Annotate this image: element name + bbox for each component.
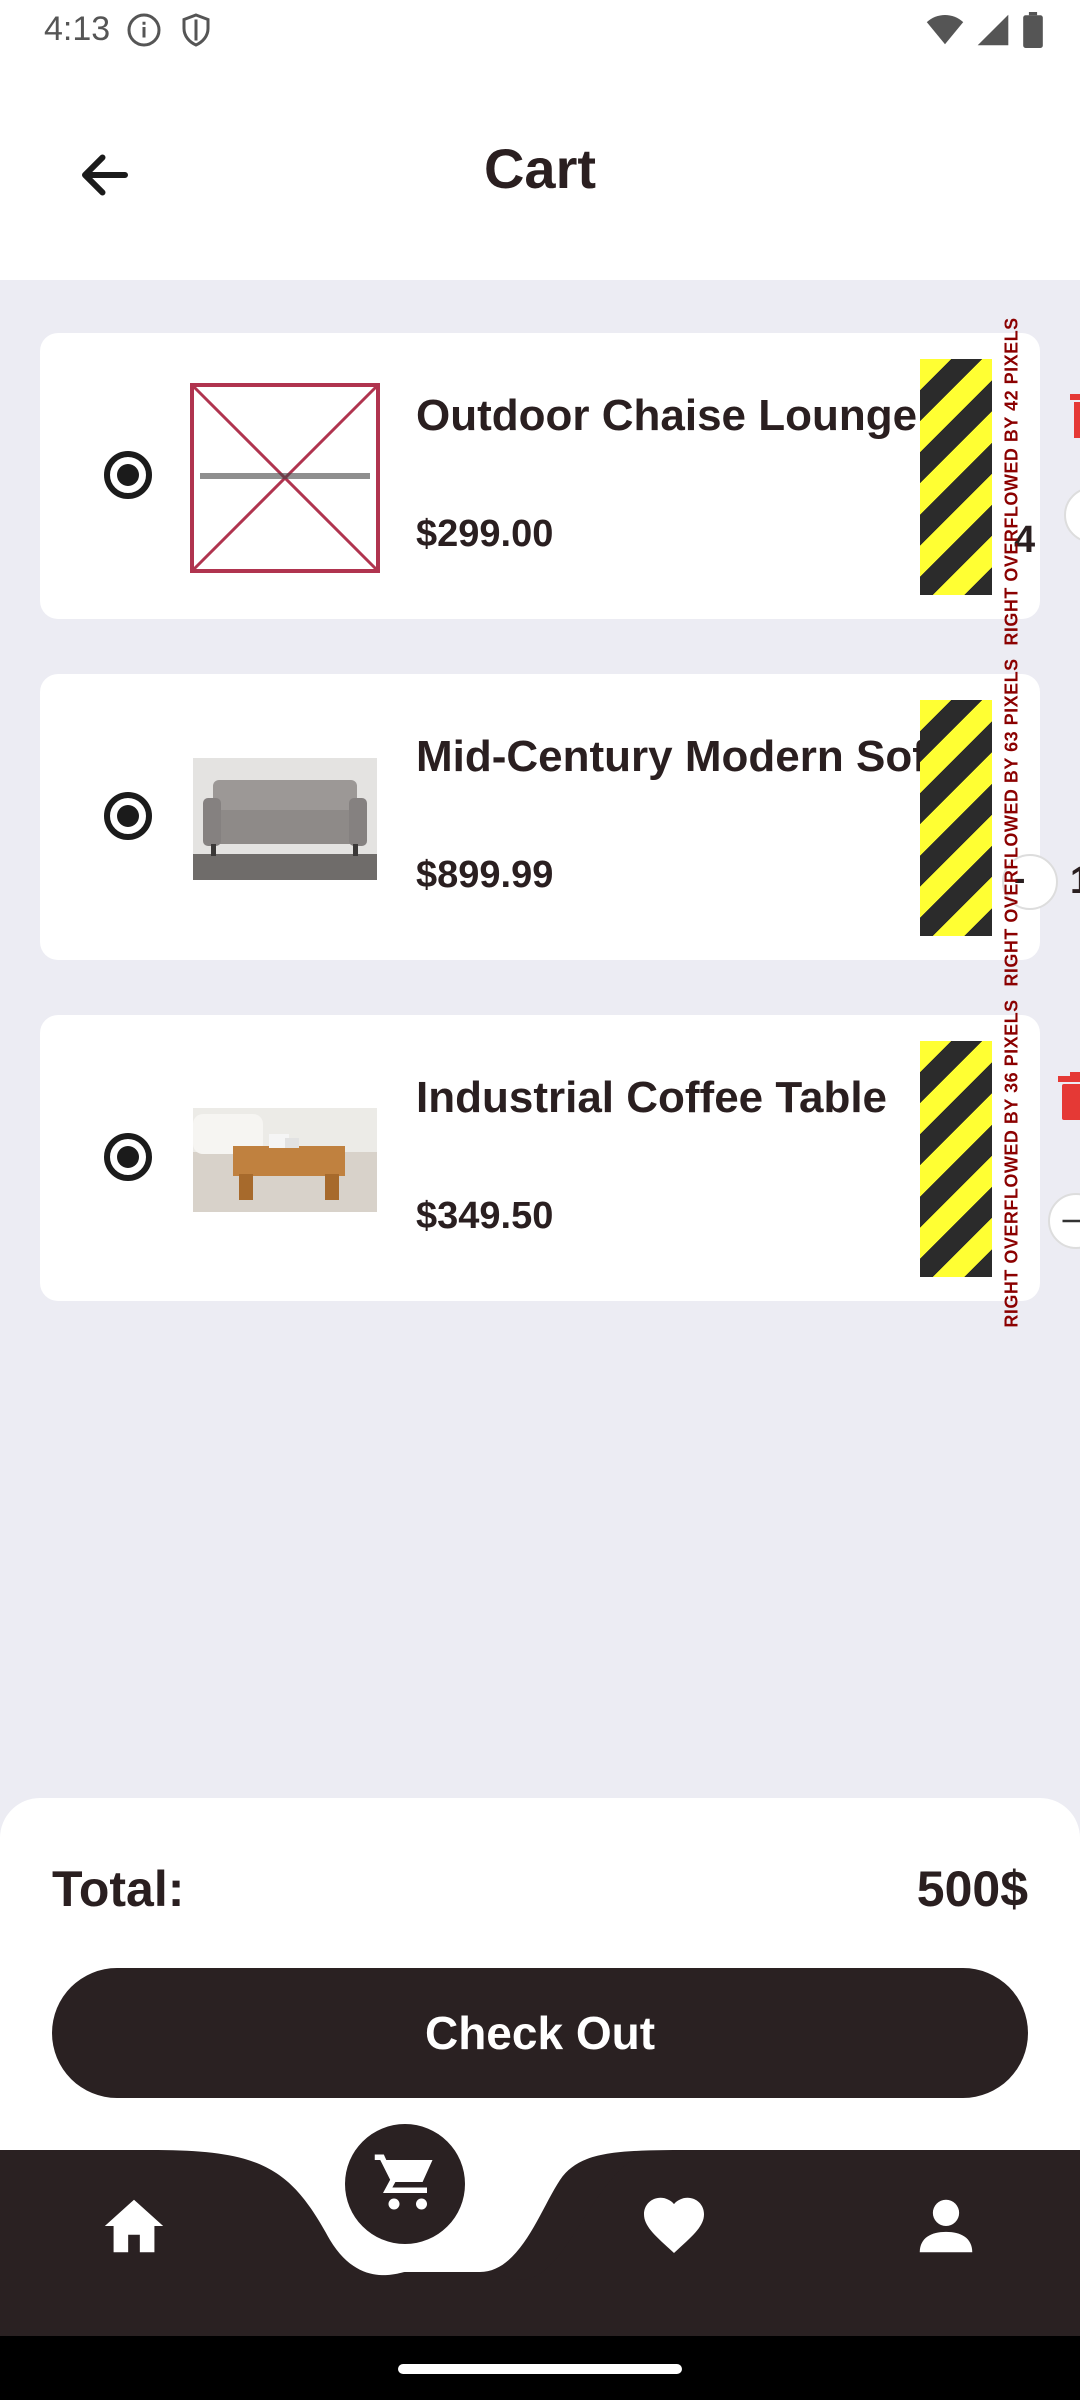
gesture-handle[interactable]: [398, 2364, 682, 2374]
item-image-broken: [190, 383, 380, 573]
item-quantity: 1: [1070, 860, 1080, 903]
status-bar: 4:13: [0, 0, 1080, 62]
checkout-button[interactable]: Check Out: [52, 1968, 1028, 2098]
cart-icon: [372, 2149, 438, 2220]
overflow-warning: RIGHT OVERFLOWED BY 36 PIXELS: [1001, 998, 1022, 1328]
cart-item-card[interactable]: Mid-Century Modern Sofa $899.99 - 1 RIGH…: [40, 658, 1080, 986]
cart-summary-panel: Total: 500$ Check Out: [0, 1798, 1080, 2158]
page-title: Cart: [483, 137, 597, 200]
shield-icon: [178, 12, 214, 53]
heart-icon: [638, 2190, 710, 2267]
overflow-warning: RIGHT OVERFLOWED BY 63 PIXELS: [1001, 657, 1022, 987]
overflow-warning: RIGHT OVERFLOWED BY 42 PIXELS: [1001, 316, 1022, 646]
item-price: $299.00: [416, 513, 554, 555]
item-name: Outdoor Chaise Lounge: [416, 391, 918, 440]
overflow-stripe: [920, 1041, 992, 1277]
nav-home[interactable]: [94, 2188, 174, 2268]
item-image-coffee-table: [190, 1065, 380, 1255]
trash-icon[interactable]: [1056, 1071, 1080, 1121]
trash-icon[interactable]: [1070, 389, 1080, 439]
item-price: $899.99: [416, 854, 554, 896]
wifi-icon: [926, 13, 964, 52]
overflow-stripe: [920, 359, 992, 595]
item-select-radio[interactable]: [104, 792, 152, 840]
overflow-stripe: [920, 700, 992, 936]
person-icon: [911, 2191, 981, 2266]
bottom-nav: [0, 2150, 1080, 2336]
minus-icon: [1060, 1211, 1080, 1236]
total-label: Total:: [52, 1861, 185, 1917]
item-image-sofa: [190, 724, 380, 914]
item-name: Industrial Coffee Table: [416, 1073, 888, 1122]
app-bar: Cart: [0, 62, 1080, 280]
system-gesture-area: [0, 2336, 1080, 2400]
battery-icon: [1022, 12, 1044, 53]
item-name: Mid-Century Modern Sofa: [416, 732, 952, 781]
info-icon: [126, 12, 162, 53]
quantity-decrease-button[interactable]: [1064, 487, 1080, 543]
nav-favorites[interactable]: [634, 2188, 714, 2268]
cart-item-card[interactable]: Outdoor Chaise Lounge $299.00 4 RIGHT OV…: [40, 317, 1080, 645]
signal-icon: [976, 13, 1010, 52]
cart-item-card[interactable]: Industrial Coffee Table $349.50 RIGHT OV…: [40, 999, 1080, 1327]
item-select-radio[interactable]: [104, 451, 152, 499]
item-price: $349.50: [416, 1195, 554, 1237]
total-value: 500$: [916, 1861, 1028, 1917]
nav-profile[interactable]: [906, 2188, 986, 2268]
home-icon: [99, 2191, 169, 2266]
item-select-radio[interactable]: [104, 1133, 152, 1181]
nav-cart-fab[interactable]: [345, 2124, 465, 2244]
status-time: 4:13: [44, 10, 111, 48]
